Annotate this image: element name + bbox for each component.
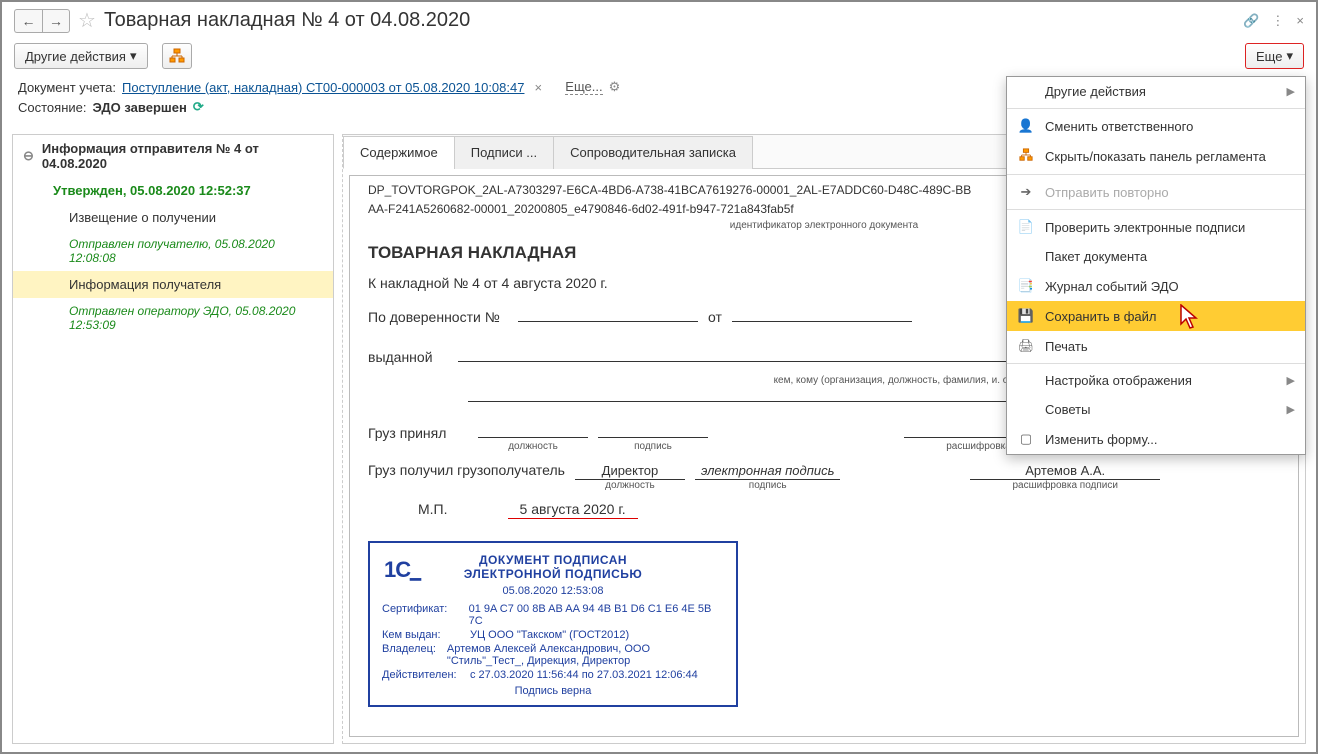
- received-position: Директор: [575, 463, 685, 480]
- nav-back-button[interactable]: ←: [14, 9, 42, 33]
- menu-event-log[interactable]: 📑Журнал событий ЭДО: [1007, 271, 1305, 301]
- stamp-owner: Артемов Алексей Александрович, ООО "Стил…: [447, 643, 724, 667]
- mp-row: М.П. 5 августа 2020 г.: [368, 501, 1280, 519]
- left-tree-pane: Информация отправителя № 4 от 04.08.2020…: [12, 134, 334, 744]
- kebab-menu-icon[interactable]: ⋮: [1271, 13, 1284, 29]
- send-arrow-icon: ➔: [1017, 184, 1035, 200]
- org-chart-icon: [169, 48, 185, 64]
- stamp-issued: УЦ ООО "Такском" (ГОСТ2012): [470, 629, 629, 641]
- proxy-number-field: [518, 320, 698, 322]
- link-icon[interactable]: 🔗: [1243, 13, 1259, 29]
- org-structure-button[interactable]: [162, 43, 192, 69]
- close-icon[interactable]: ×: [1296, 13, 1304, 28]
- doc-account-link[interactable]: Поступление (акт, накладная) СТ00-000003…: [122, 80, 524, 95]
- favorite-star-icon[interactable]: ☆: [78, 8, 96, 33]
- titlebar: ← → ☆ Товарная накладная № 4 от 04.08.20…: [2, 2, 1316, 39]
- received-decrypt: Артемов А.А.: [970, 463, 1160, 480]
- tree-notice[interactable]: Извещение о получении: [13, 204, 333, 231]
- signature-stamp: 1С▁ ДОКУМЕНТ ПОДПИСАН ЭЛЕКТРОННОЙ ПОДПИС…: [368, 541, 738, 707]
- menu-change-form[interactable]: ▢Изменить форму...: [1007, 424, 1305, 454]
- org-chart-icon: [1017, 148, 1035, 165]
- form-edit-icon: ▢: [1017, 431, 1035, 447]
- menu-other-actions[interactable]: Другие действия▶: [1007, 77, 1305, 106]
- chevron-down-icon: ▾: [130, 48, 137, 64]
- app-window: ← → ☆ Товарная накладная № 4 от 04.08.20…: [0, 0, 1318, 754]
- received-signature: электронная подпись: [695, 463, 840, 480]
- gear-icon[interactable]: ⚙: [609, 79, 621, 95]
- menu-save-to-file[interactable]: 💾Сохранить в файл: [1007, 301, 1305, 331]
- print-icon: 🖨: [1017, 338, 1035, 354]
- tab-content[interactable]: Содержимое: [343, 136, 455, 169]
- menu-print[interactable]: 🖨Печать: [1007, 331, 1305, 361]
- issued-field2: [468, 400, 1028, 402]
- stamp-header1: ДОКУМЕНТ ПОДПИСАН: [382, 553, 724, 567]
- menu-resend: ➔Отправить повторно: [1007, 177, 1305, 207]
- menu-package[interactable]: Пакет документа: [1007, 242, 1305, 271]
- mp-label: М.П.: [418, 501, 448, 517]
- refresh-icon[interactable]: ⟳: [193, 99, 204, 115]
- tree-header[interactable]: Информация отправителя № 4 от 04.08.2020: [13, 135, 333, 177]
- window-title: Товарная накладная № 4 от 04.08.2020: [104, 9, 1235, 32]
- cargo-received-row: Груз получил грузополучатель Директордол…: [368, 462, 1280, 491]
- state-value: ЭДО завершен: [92, 100, 186, 115]
- menu-verify-signatures[interactable]: 📄Проверить электронные подписи: [1007, 212, 1305, 242]
- tree-sent-operator: Отправлен оператору ЭДО, 05.08.2020 12:5…: [13, 298, 333, 338]
- stamp-date: 05.08.2020 12:53:08: [382, 585, 724, 597]
- tab-note[interactable]: Сопроводительная записка: [553, 136, 753, 169]
- stamp-valid: с 27.03.2020 11:56:44 по 27.03.2021 12:0…: [470, 669, 698, 681]
- toolbar: Другие действия ▾ Еще ▾: [2, 39, 1316, 77]
- save-floppy-icon: 💾: [1017, 308, 1035, 324]
- more-button[interactable]: Еще ▾: [1245, 43, 1304, 69]
- accepted-signature: [598, 436, 708, 438]
- proxy-date-field: [732, 320, 912, 322]
- tree-approved[interactable]: Утвержден, 05.08.2020 12:52:37: [13, 177, 333, 204]
- stamp-logo-1c: 1С▁: [384, 557, 420, 583]
- tree-recipient-info[interactable]: Информация получателя: [13, 271, 333, 298]
- sign-date: 5 августа 2020 г.: [508, 501, 638, 519]
- more-docs-link[interactable]: Еще...: [565, 79, 602, 95]
- verify-doc-icon: 📄: [1017, 219, 1035, 235]
- user-swap-icon: 👤: [1017, 118, 1035, 134]
- accepted-position: [478, 436, 588, 438]
- stamp-cert: 01 9A C7 00 8B AB AA 94 4B B1 D6 C1 E6 4…: [469, 603, 724, 627]
- clear-doc-link-icon[interactable]: ×: [530, 80, 546, 95]
- more-dropdown: Другие действия▶ 👤Сменить ответственного…: [1006, 76, 1306, 455]
- chevron-down-icon: ▾: [1286, 48, 1293, 64]
- stamp-footer: Подпись верна: [382, 685, 724, 697]
- log-icon: 📑: [1017, 278, 1035, 294]
- menu-change-responsible[interactable]: 👤Сменить ответственного: [1007, 111, 1305, 141]
- other-actions-button[interactable]: Другие действия ▾: [14, 43, 148, 69]
- menu-toggle-panel[interactable]: Скрыть/показать панель регламента: [1007, 141, 1305, 172]
- tab-signatures[interactable]: Подписи ...: [454, 136, 554, 169]
- tree-notice-sent: Отправлен получателю, 05.08.2020 12:08:0…: [13, 231, 333, 271]
- menu-display-settings[interactable]: Настройка отображения▶: [1007, 366, 1305, 395]
- menu-tips[interactable]: Советы▶: [1007, 395, 1305, 424]
- nav-forward-button[interactable]: →: [42, 9, 70, 33]
- stamp-header2: ЭЛЕКТРОННОЙ ПОДПИСЬЮ: [382, 567, 724, 581]
